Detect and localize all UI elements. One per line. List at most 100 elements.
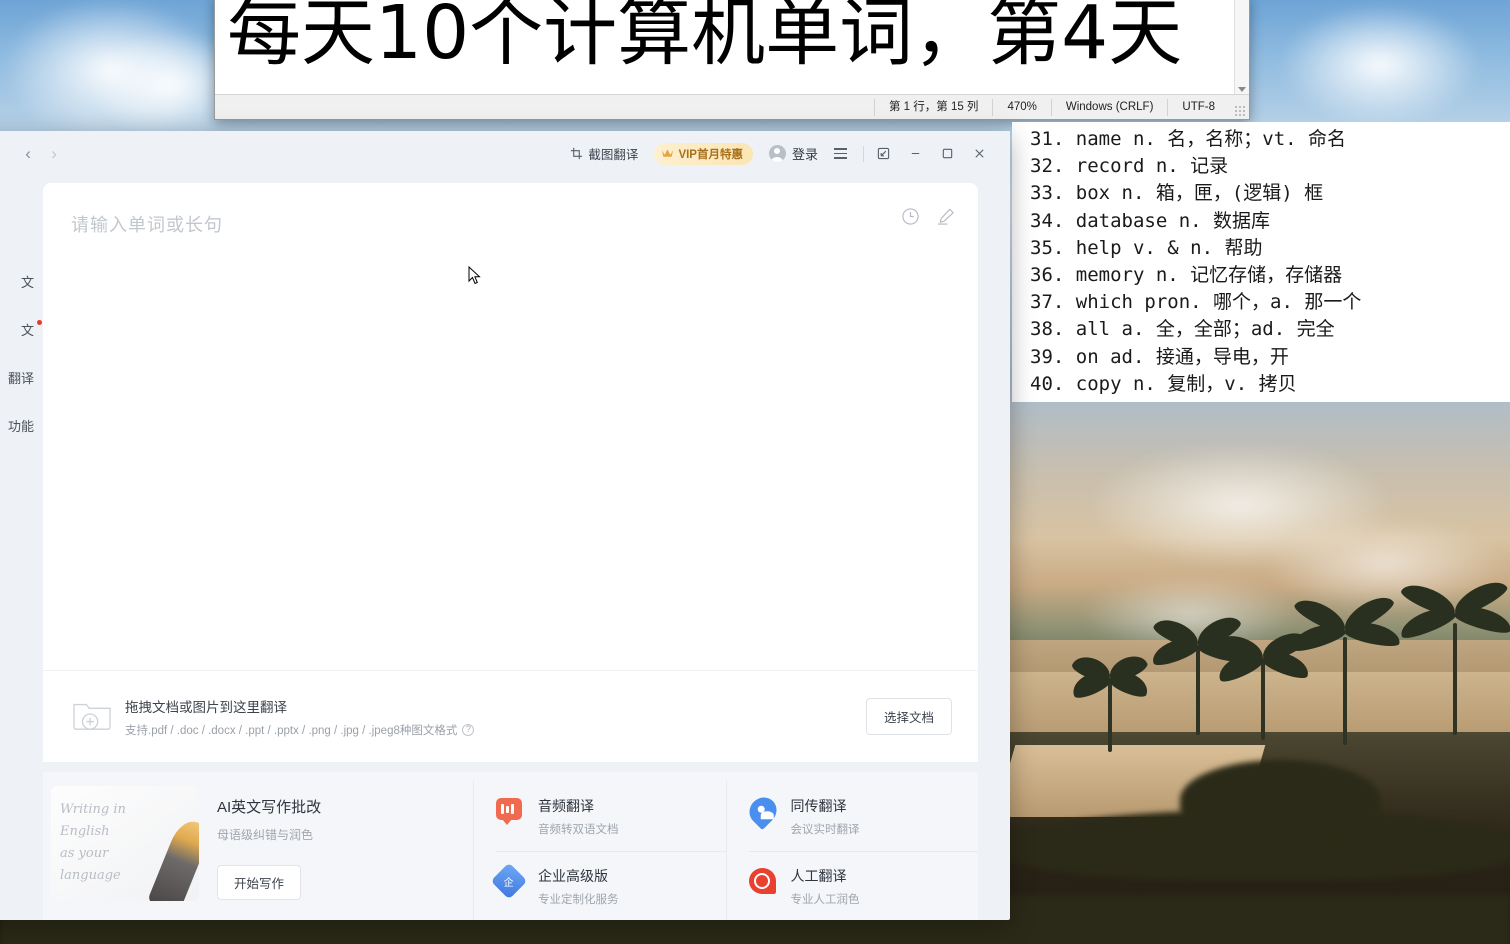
dropzone-text: 拖拽文档或图片到这里翻译 支持.pdf / .doc / .docx / .pp… bbox=[125, 696, 866, 738]
ai-writing-subtitle: 母语级纠错与润色 bbox=[217, 828, 314, 842]
folder-add-icon bbox=[71, 696, 113, 737]
enterprise-icon: 企 bbox=[490, 862, 528, 900]
simultaneous-icon bbox=[743, 791, 782, 831]
palm-tree bbox=[1288, 590, 1403, 745]
palm-tree bbox=[1214, 626, 1313, 740]
feature-column-right: 同传翻译 会议实时翻译 人工翻译 专业人工润色 bbox=[725, 780, 979, 920]
scroll-down-arrow-icon[interactable] bbox=[1238, 87, 1246, 92]
feature-audio-translate[interactable]: 音频翻译 音频转双语文档 bbox=[496, 790, 726, 851]
crown-icon bbox=[661, 148, 674, 159]
sidebar-item-label: 文 bbox=[20, 323, 34, 338]
handwriting-pen-icon[interactable] bbox=[936, 207, 956, 226]
word-list-item: 36. memory n. 记忆存储，存储器 bbox=[1030, 264, 1343, 287]
toolbar-divider bbox=[863, 145, 864, 162]
sidebar-item-3[interactable]: 翻译 bbox=[8, 368, 36, 387]
writing-thumbnail: Writing in English as your language bbox=[51, 786, 199, 901]
notepad-title-text: 每天10个计算机单词，第4天 bbox=[227, 0, 1183, 76]
select-document-button[interactable]: 选择文档 bbox=[865, 698, 952, 735]
status-cursor-position: 第 1 行，第 15 列 bbox=[873, 98, 992, 116]
new-badge-dot-icon bbox=[37, 320, 42, 325]
notepad-status-bar: 第 1 行，第 15 列 470% Windows (CRLF) UTF-8 bbox=[215, 95, 1249, 119]
help-question-icon[interactable]: ? bbox=[462, 723, 475, 736]
app-body: 文 文 翻译 功能 请输入单词或长句 拖拽文档或图片到这里翻译 支持.pdf /… bbox=[0, 176, 1010, 920]
status-line-ending[interactable]: Windows (CRLF) bbox=[1050, 98, 1168, 116]
thumb-line: as your bbox=[60, 846, 109, 861]
word-list-item: 32. record n. 记录 bbox=[1030, 155, 1229, 178]
dropzone-subtitle: 支持.pdf / .doc / .docx / .ppt / .pptx / .… bbox=[125, 724, 458, 737]
start-writing-button[interactable]: 开始写作 bbox=[217, 865, 302, 900]
word-list-item: 40. copy n. 复制，v. 拷贝 bbox=[1030, 372, 1297, 395]
maximize-button[interactable] bbox=[934, 143, 960, 165]
close-button[interactable] bbox=[966, 143, 992, 165]
palm-tree bbox=[1148, 610, 1248, 735]
screenshot-translate-label: 截图翻译 bbox=[588, 148, 639, 162]
feature-human-translate[interactable]: 人工翻译 专业人工润色 bbox=[748, 851, 978, 920]
resize-grip-icon[interactable] bbox=[1234, 105, 1246, 117]
vip-badge-label: VIP首月特惠 bbox=[678, 148, 743, 161]
feature-enterprise[interactable]: 企 企业高级版 专业定制化服务 bbox=[490, 851, 726, 920]
cloud-shape bbox=[1220, 500, 1510, 630]
screenshot-translate-button[interactable]: 截图翻译 bbox=[570, 144, 638, 163]
app-title-bar: lao ‹ › 截图翻译 VIP首月特惠 bbox=[0, 131, 1010, 176]
word-list-item: 39. on ad. 接通，导电，开 bbox=[1030, 345, 1289, 368]
notepad-scrollbar[interactable] bbox=[1234, 0, 1249, 94]
thumb-line: Writing in bbox=[60, 802, 126, 817]
word-list-item: 37. which pron. 哪个，a. 那一个 bbox=[1030, 291, 1362, 314]
avatar-icon bbox=[768, 145, 786, 162]
menu-icon[interactable] bbox=[834, 148, 847, 159]
feature-simultaneous-translate[interactable]: 同传翻译 会议实时翻译 bbox=[743, 790, 979, 851]
shrub bbox=[1180, 760, 1380, 840]
feature-ai-writing[interactable]: Writing in English as your language AI英文… bbox=[43, 780, 473, 920]
sidebar-item-label: 文 bbox=[20, 275, 34, 290]
app-content: 请输入单词或长句 拖拽文档或图片到这里翻译 支持.pdf / .doc / .d… bbox=[43, 176, 1010, 920]
cloud-shape bbox=[1040, 560, 1340, 670]
history-clock-icon[interactable] bbox=[901, 207, 920, 226]
youdao-translate-window[interactable]: lao ‹ › 截图翻译 VIP首月特惠 bbox=[0, 131, 1010, 920]
input-tools bbox=[901, 207, 956, 226]
login-label: 登录 bbox=[791, 147, 818, 162]
enterprise-icon-char: 企 bbox=[504, 877, 514, 889]
audio-icon bbox=[496, 798, 526, 828]
app-sidebar: 文 文 翻译 功能 bbox=[0, 176, 43, 920]
notepad-window[interactable]: 每天10个计算机单词，第4天 第 1 行，第 15 列 470% Windows… bbox=[214, 0, 1250, 120]
mini-window-button[interactable] bbox=[870, 143, 896, 165]
fountain-pen-icon bbox=[147, 815, 199, 901]
document-dropzone[interactable]: 拖拽文档或图片到这里翻译 支持.pdf / .doc / .docx / .pp… bbox=[43, 670, 978, 762]
feature-strip: Writing in English as your language AI英文… bbox=[43, 772, 978, 920]
word-list-item: 33. box n. 箱，匣，(逻辑) 框 bbox=[1030, 182, 1324, 205]
login-button[interactable]: 登录 bbox=[768, 144, 818, 163]
vip-promo-badge[interactable]: VIP首月特惠 bbox=[654, 142, 753, 165]
dropzone-subtitle-row: 支持.pdf / .doc / .docx / .ppt / .pptx / .… bbox=[125, 722, 866, 738]
feature-title: 企业高级版 bbox=[538, 868, 608, 884]
sidebar-item-1[interactable]: 文 bbox=[21, 272, 36, 291]
feature-human-text: 人工翻译 专业人工润色 bbox=[791, 866, 860, 907]
thumb-line: English bbox=[60, 824, 110, 839]
feature-enterprise-text: 企业高级版 专业定制化服务 bbox=[538, 866, 619, 907]
desktop-wallpaper: 每天10个计算机单词，第4天 第 1 行，第 15 列 470% Windows… bbox=[0, 0, 1510, 944]
palm-tree bbox=[1068, 650, 1152, 752]
sand-field bbox=[994, 745, 1266, 817]
feature-subtitle: 专业人工润色 bbox=[790, 894, 860, 906]
status-encoding[interactable]: UTF-8 bbox=[1167, 98, 1229, 116]
status-zoom-level[interactable]: 470% bbox=[992, 98, 1050, 116]
human-translate-icon bbox=[748, 868, 779, 898]
feature-column-left: 音频翻译 音频转双语文档 企 企业高级版 专业定制化服务 bbox=[473, 780, 726, 920]
thumb-line: language bbox=[60, 868, 121, 883]
translate-input-placeholder: 请输入单词或长句 bbox=[71, 215, 223, 235]
word-list-panel: 31. name n. 名，名称；vt. 命名 32. record n. 记录… bbox=[1012, 122, 1510, 402]
feature-simultaneous-text: 同传翻译 会议实时翻译 bbox=[791, 796, 860, 837]
nav-forward-button[interactable]: › bbox=[41, 141, 67, 167]
ai-writing-title: AI英文写作批改 bbox=[217, 799, 322, 816]
word-list-item: 31. name n. 名，名称；vt. 命名 bbox=[1030, 128, 1347, 150]
word-list-item: 35. help v. & n. 帮助 bbox=[1030, 236, 1263, 259]
nav-back-button[interactable]: ‹ bbox=[15, 141, 41, 167]
shrub bbox=[1000, 810, 1510, 880]
feature-subtitle: 专业定制化服务 bbox=[538, 894, 619, 906]
notepad-text-area[interactable]: 每天10个计算机单词，第4天 bbox=[215, 0, 1249, 95]
ai-writing-text: AI英文写作批改 母语级纠错与润色 开始写作 bbox=[199, 780, 321, 900]
sidebar-item-4[interactable]: 功能 bbox=[8, 416, 36, 435]
translate-input-card[interactable]: 请输入单词或长句 拖拽文档或图片到这里翻译 支持.pdf / .doc / .d… bbox=[43, 183, 978, 762]
sidebar-item-2[interactable]: 文 bbox=[20, 320, 42, 339]
minimize-button[interactable] bbox=[902, 143, 928, 165]
feature-subtitle: 音频转双语文档 bbox=[538, 824, 619, 836]
